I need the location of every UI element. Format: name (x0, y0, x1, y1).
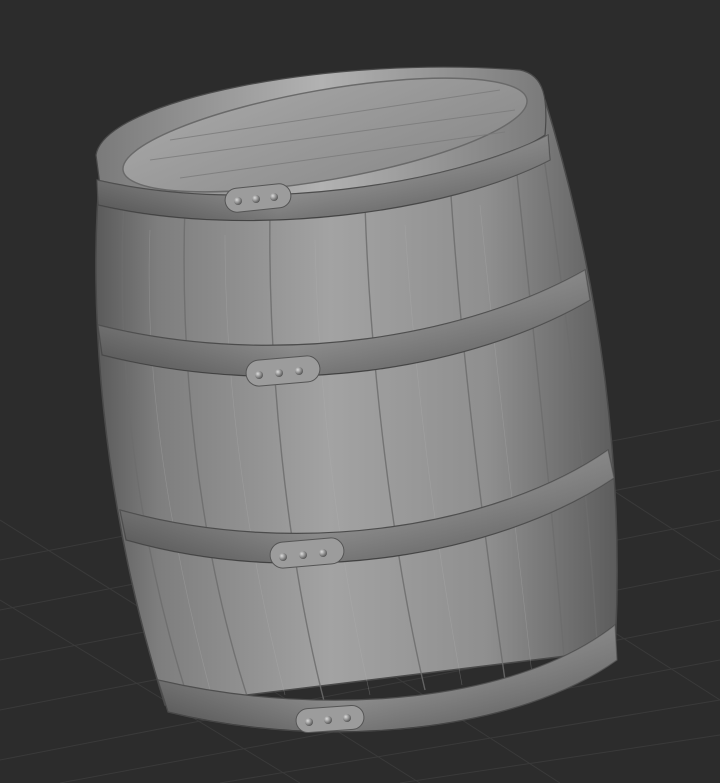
rivet (295, 367, 303, 375)
rivet (275, 369, 283, 377)
viewport-canvas[interactable] (0, 0, 720, 783)
rivet (319, 549, 327, 557)
rivet (324, 716, 332, 724)
rivet (255, 371, 263, 379)
rivet (299, 551, 307, 559)
rivet (252, 195, 260, 203)
rivet (305, 718, 313, 726)
rivet (279, 553, 287, 561)
3d-viewport[interactable] (0, 0, 720, 783)
rivet (343, 714, 351, 722)
barrel-model[interactable] (95, 55, 618, 734)
rivet (234, 197, 242, 205)
rivet (270, 193, 278, 201)
